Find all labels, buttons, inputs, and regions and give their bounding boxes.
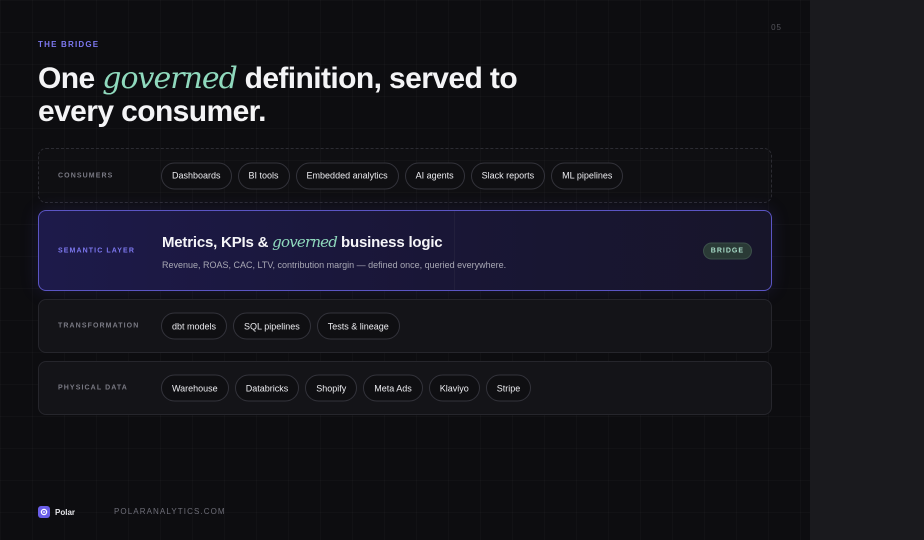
chip-dbt-models: dbt models xyxy=(161,312,228,340)
layer-label-semantic: SEMANTIC LAYER xyxy=(58,247,135,254)
footer-url: POLARANALYTICS.COM xyxy=(114,507,226,516)
semantic-divider xyxy=(454,211,455,290)
chip-ml-pipelines: ML pipelines xyxy=(551,162,624,189)
chip-shopify: Shopify xyxy=(305,374,358,402)
transformation-chip-list: dbt models SQL pipelines Tests & lineage xyxy=(161,312,400,340)
semantic-layer: SEMANTIC LAYER Metrics, KPIs & governed … xyxy=(38,210,772,291)
physical-chip-list: Warehouse Databricks Shopify Meta Ads Kl… xyxy=(161,374,532,402)
chip-slack-reports: Slack reports xyxy=(470,162,546,189)
bridge-badge: BRIDGE xyxy=(702,242,752,259)
semantic-description: Revenue, ROAS, CAC, LTV, contribution ma… xyxy=(162,260,507,270)
page-title: One governed definition, served to every… xyxy=(38,62,598,128)
semantic-title-before: Metrics, KPIs & xyxy=(162,234,273,251)
footer-brand: Polar xyxy=(38,506,75,518)
transformation-layer: TRANSFORMATION dbt models SQL pipelines … xyxy=(38,299,772,353)
semantic-title-after: business logic xyxy=(337,234,443,251)
side-panel xyxy=(810,0,924,540)
chip-klaviyo: Klaviyo xyxy=(428,374,480,402)
semantic-title-accent: governed xyxy=(272,233,338,251)
chip-databricks: Databricks xyxy=(234,374,300,402)
brand-name: Polar xyxy=(55,507,76,517)
physical-data-layer: PHYSICAL DATA Warehouse Databricks Shopi… xyxy=(38,361,772,415)
chip-dashboards: Dashboards xyxy=(161,162,232,189)
chip-sql-pipelines: SQL pipelines xyxy=(233,312,311,340)
chip-embedded-analytics: Embedded analytics xyxy=(295,162,399,189)
chip-warehouse: Warehouse xyxy=(161,374,229,402)
headline-accent: governed xyxy=(102,61,238,96)
slide: 05 THE BRIDGE One governed definition, s… xyxy=(0,0,810,540)
section-eyebrow: THE BRIDGE xyxy=(38,40,100,49)
layer-label-transformation: TRANSFORMATION xyxy=(58,322,140,330)
polar-logo-icon xyxy=(38,506,50,518)
layer-label-consumers: CONSUMERS xyxy=(58,172,114,179)
layer-label-physical: PHYSICAL DATA xyxy=(58,384,128,392)
page-number: 05 xyxy=(771,23,782,32)
semantic-title: Metrics, KPIs & governed business logic xyxy=(162,233,443,251)
chip-meta-ads: Meta Ads xyxy=(363,374,423,402)
chip-bi-tools: BI tools xyxy=(237,162,290,189)
chip-tests-lineage: Tests & lineage xyxy=(316,312,400,340)
consumers-chip-list: Dashboards BI tools Embedded analytics A… xyxy=(161,162,624,189)
chip-ai-agents: AI agents xyxy=(404,162,465,189)
chip-stripe: Stripe xyxy=(485,374,532,402)
headline-before: One xyxy=(38,62,103,95)
consumers-layer: CONSUMERS Dashboards BI tools Embedded a… xyxy=(38,148,772,203)
